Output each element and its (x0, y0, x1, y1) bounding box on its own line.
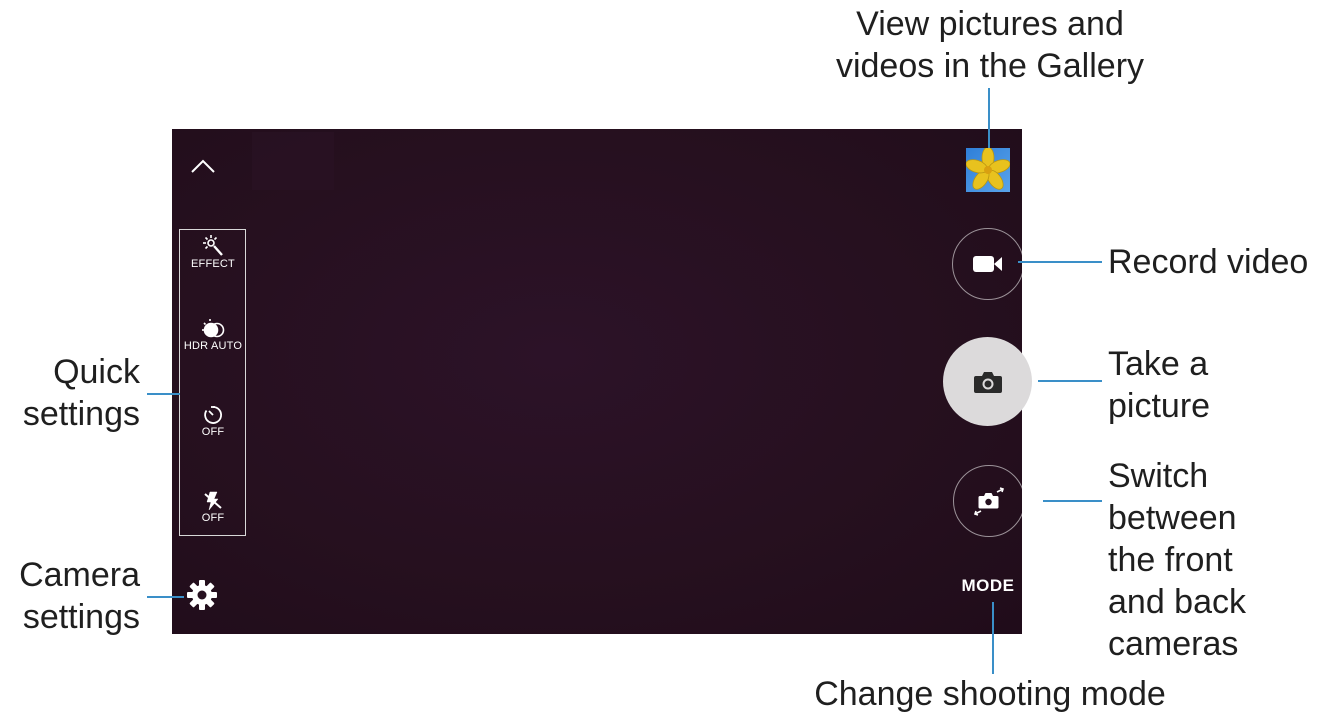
effect-wand-icon (203, 235, 223, 256)
video-camera-icon (973, 256, 1002, 272)
flash-button[interactable]: OFF (172, 490, 254, 524)
take-picture-callout: Take a picture (1108, 345, 1211, 425)
effect-label: EFFECT (191, 258, 235, 270)
timer-label: OFF (201, 426, 225, 438)
switch-camera-button[interactable] (953, 465, 1025, 537)
timer-icon (204, 406, 222, 424)
record-video-button[interactable] (952, 228, 1024, 300)
record-video-callout: Record video (1108, 243, 1309, 281)
gear-icon[interactable] (184, 577, 220, 613)
camera-settings-callout: Camera settings (19, 556, 140, 636)
flash-label: OFF (201, 512, 225, 524)
hdr-icon (202, 319, 225, 338)
gallery-callout-line (988, 88, 990, 148)
camera-settings-callout-line (147, 596, 184, 598)
quick-settings-callout: Quick settings (22, 353, 140, 433)
switch-camera-icon (973, 487, 1005, 516)
mode-button[interactable]: MODE (950, 576, 1026, 596)
shooting-mode-callout: Change shooting mode (814, 675, 1166, 713)
gallery-callout: View pictures and videos in the Gallery (835, 5, 1145, 85)
shutter-callout-line (1038, 380, 1102, 382)
hdr-label: HDR AUTO (183, 340, 243, 352)
mode-callout-line (992, 602, 994, 674)
shutter-button[interactable] (943, 337, 1032, 426)
gallery-thumbnail[interactable] (966, 148, 1010, 192)
quick-settings-callout-line (147, 393, 180, 395)
camera-icon (973, 371, 1002, 393)
timer-button[interactable]: OFF (172, 404, 254, 438)
flash-off-icon (204, 491, 222, 511)
switch-callout-line (1043, 500, 1102, 502)
flower-thumbnail-icon (966, 148, 1010, 190)
record-callout-line (1018, 261, 1102, 263)
viewfinder-shadow (252, 132, 334, 190)
effect-button[interactable]: EFFECT (172, 234, 254, 270)
hdr-button[interactable]: HDR AUTO (172, 318, 254, 352)
switch-cameras-callout: Switch between the front and back camera… (1108, 457, 1246, 663)
chevron-up-icon[interactable] (188, 157, 218, 175)
camera-viewfinder[interactable] (172, 129, 1022, 634)
